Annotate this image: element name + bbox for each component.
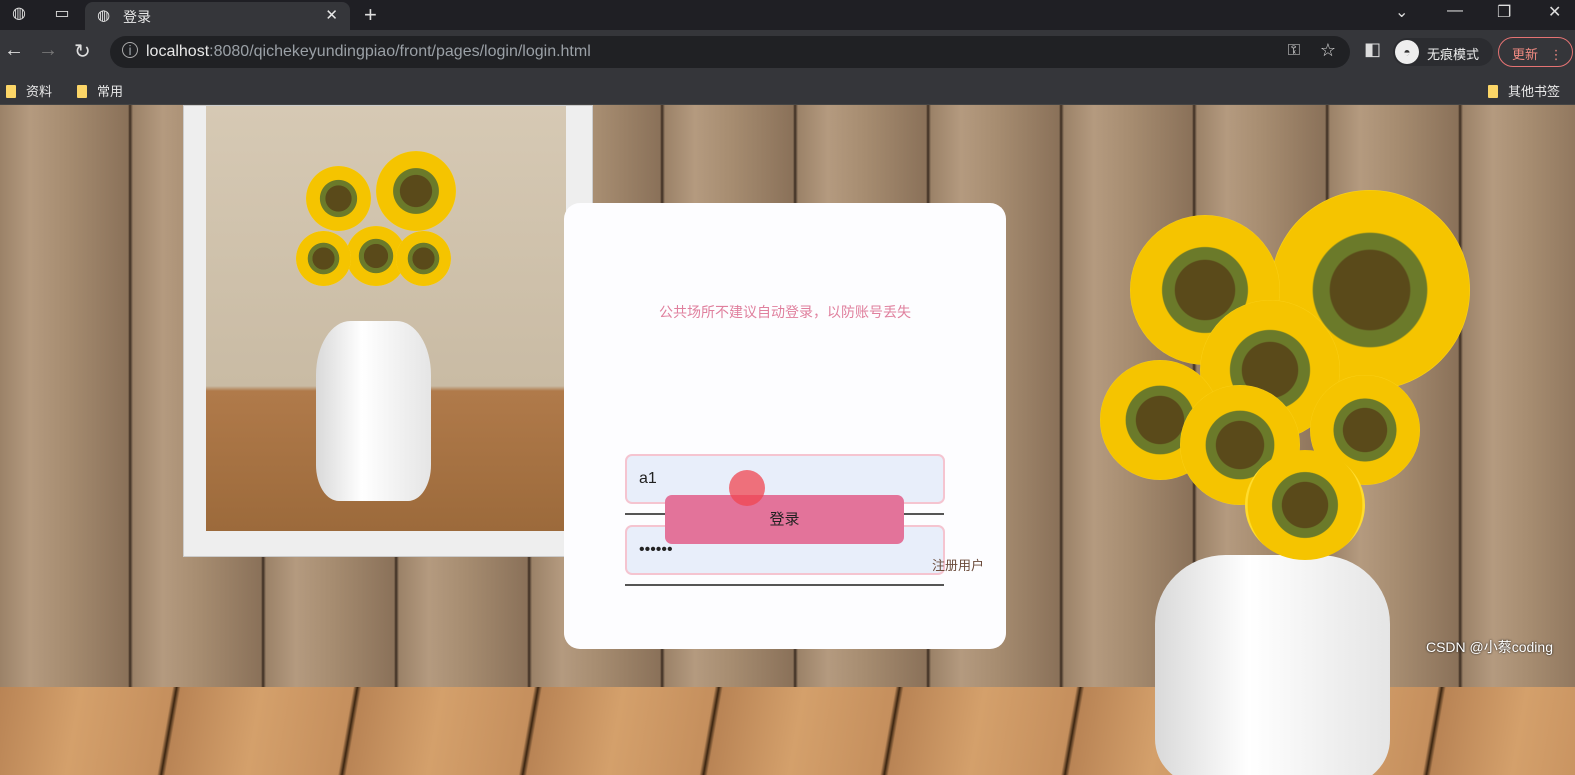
login-notice: 公共场所不建议自动登录，以防账号丢失 — [659, 304, 911, 320]
picture-frame — [183, 105, 593, 557]
reload-icon[interactable]: ↻ — [74, 39, 91, 64]
bookmark-folder[interactable]: 常用 — [77, 81, 123, 100]
globe-icon: ◍ — [97, 7, 111, 24]
tab-bar: ◍ ▭ ◍ 登录 ✕ + ⌄ — ❐ ✕ — [0, 0, 1575, 30]
sunflower-image — [1245, 450, 1365, 560]
menu-icon[interactable]: ⋮ — [1550, 47, 1563, 62]
username-value: a1 — [639, 470, 657, 487]
incognito-badge[interactable]: ◓ 无痕模式 — [1393, 38, 1493, 66]
minimize-button[interactable]: — — [1447, 2, 1463, 20]
tab-group-icon[interactable]: ▭ — [53, 5, 71, 23]
back-icon[interactable]: ← — [4, 39, 24, 62]
tab-login[interactable]: ◍ 登录 ✕ — [85, 2, 350, 30]
register-link[interactable]: 注册用户 — [932, 555, 984, 574]
close-window-button[interactable]: ✕ — [1548, 2, 1561, 22]
folder-icon — [1488, 85, 1498, 98]
incognito-icon: ◓ — [1395, 40, 1419, 64]
login-card: 公共场所不建议自动登录，以防账号丢失 a1 •••••• 登录 注册用户 — [564, 203, 1006, 649]
incognito-label: 无痕模式 — [1427, 47, 1480, 62]
sunflower-image — [296, 231, 351, 286]
star-icon[interactable]: ☆ — [1320, 40, 1336, 61]
browser-toolbar: ← → ↻ i localhost:8080/qichekeyundingpia… — [0, 30, 1575, 75]
vase-image — [316, 321, 431, 501]
restore-button[interactable]: ❐ — [1497, 2, 1511, 22]
url-path: :8080/qichekeyundingpiao/front/pages/log… — [209, 43, 591, 60]
divider — [625, 584, 944, 586]
other-bookmarks[interactable]: 其他书签 — [1488, 81, 1560, 100]
sunflower-image — [306, 166, 371, 231]
tab-title: 登录 — [123, 9, 151, 25]
url-host: localhost — [146, 43, 210, 60]
sunflower-image — [376, 151, 456, 231]
password-value: •••••• — [639, 541, 673, 558]
bookmark-folder[interactable]: 资料 — [6, 81, 52, 100]
info-icon[interactable]: i — [122, 42, 138, 58]
bookmark-label: 资料 — [26, 84, 53, 99]
login-button[interactable]: 登录 — [665, 495, 904, 544]
forward-icon[interactable]: → — [38, 39, 58, 62]
folder-icon — [6, 85, 16, 98]
globe-icon[interactable]: ◍ — [10, 5, 28, 23]
update-label: 更新 — [1512, 47, 1539, 62]
bookmark-label: 常用 — [97, 84, 124, 99]
address-bar[interactable]: i localhost:8080/qichekeyundingpiao/fron… — [110, 36, 1350, 68]
bookmark-label: 其他书签 — [1508, 84, 1561, 99]
close-tab-icon[interactable]: ✕ — [325, 6, 338, 24]
bookmarks-bar: 资料 常用 其他书签 — [0, 75, 1575, 105]
vase-image — [1155, 555, 1390, 775]
cursor-highlight — [729, 470, 765, 506]
folder-icon — [77, 85, 87, 98]
update-button[interactable]: 更新 ⋮ — [1498, 37, 1573, 67]
new-tab-button[interactable]: + — [364, 2, 377, 28]
watermark: CSDN @小蔡coding — [1425, 639, 1553, 655]
sunflower-image — [396, 231, 451, 286]
tab-search-icon[interactable]: ⌄ — [1395, 2, 1408, 22]
key-icon[interactable]: ⚿ — [1288, 42, 1300, 60]
side-panel-icon[interactable]: ◧ — [1364, 39, 1381, 60]
